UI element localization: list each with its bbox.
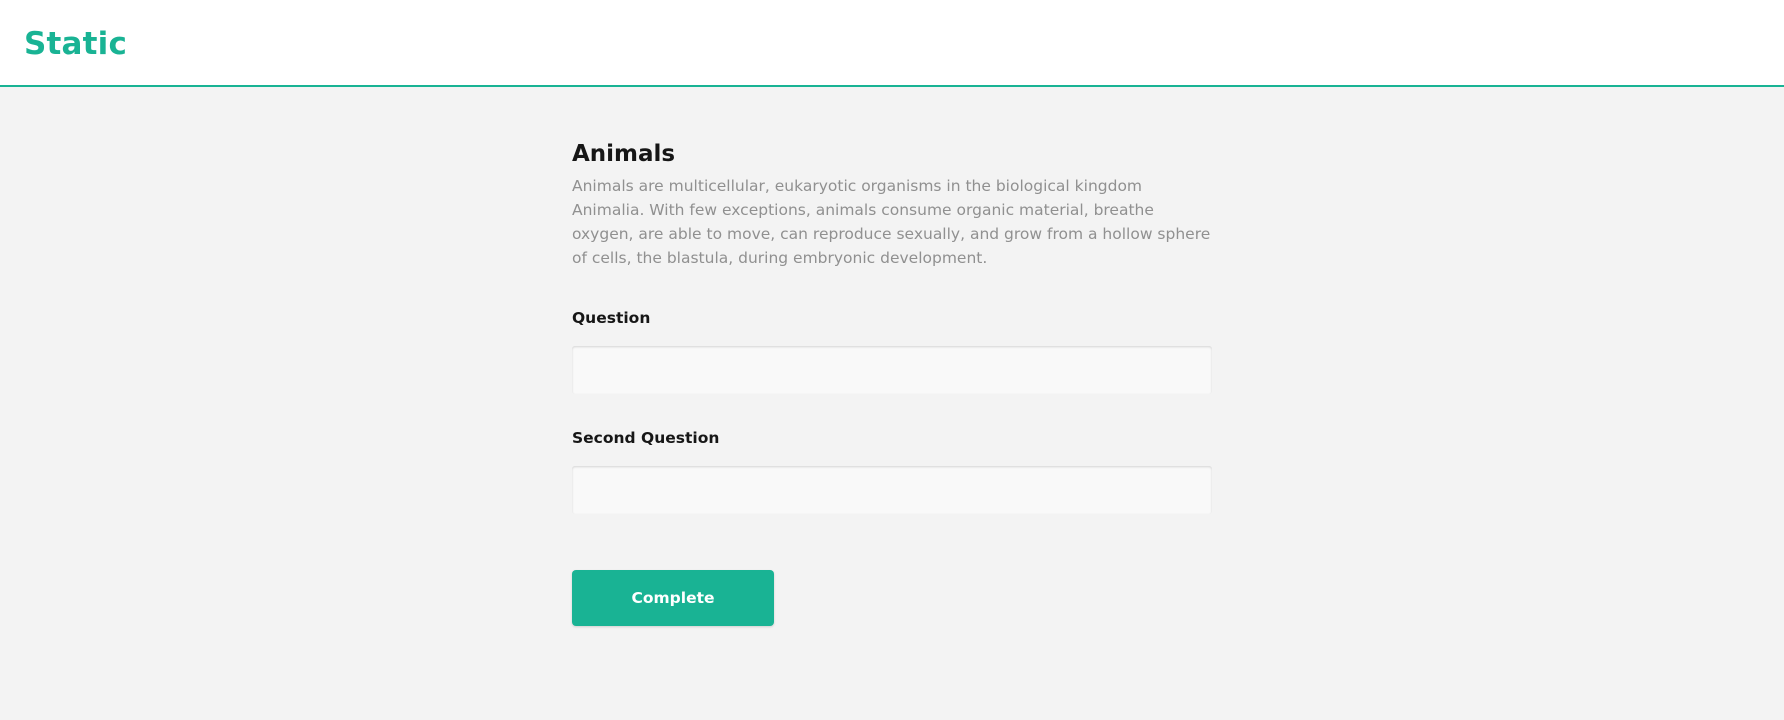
top-header: Static: [0, 0, 1784, 87]
question-2-input[interactable]: [572, 466, 1212, 514]
question-2: Second Question: [572, 426, 1212, 514]
brand-logo-text: Static: [24, 26, 128, 62]
survey-description: Animals are multicellular, eukaryotic or…: [572, 177, 1211, 267]
question-1-input[interactable]: [572, 346, 1212, 394]
question-1-title: Question: [572, 309, 651, 327]
question-1: Question: [572, 306, 1212, 394]
survey-body: Animals Animals are multicellular, eukar…: [572, 87, 1212, 626]
survey-title: Animals: [572, 141, 676, 167]
complete-button[interactable]: Complete: [572, 570, 774, 626]
question-2-title: Second Question: [572, 429, 720, 447]
